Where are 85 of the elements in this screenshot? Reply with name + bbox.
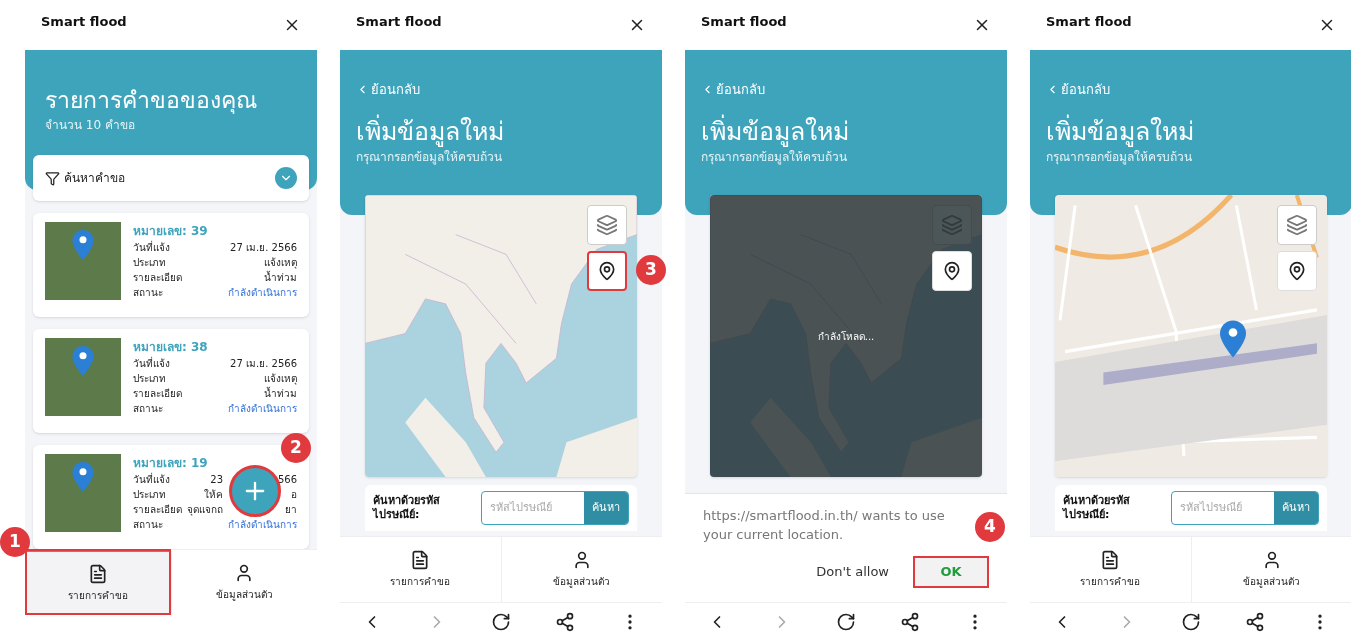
locate-button[interactable] bbox=[587, 251, 627, 291]
step-number-badge: 4 bbox=[975, 512, 1005, 542]
field-label: สถานะ bbox=[133, 286, 163, 300]
field-value: 27 เม.ย. 2566 bbox=[230, 241, 297, 255]
page-subtitle: จำนวน 10 คำขอ bbox=[45, 117, 136, 134]
postcode-label: ค้นหาด้วยรหัสไปรษณีย์: bbox=[1063, 494, 1131, 522]
field-value: 27 เม.ย. 2566 bbox=[230, 357, 297, 371]
field-value: กำลังดำเนินการ bbox=[228, 286, 297, 300]
page-title: เพิ่มข้อมูลใหม่ bbox=[1046, 115, 1195, 148]
page-title: เพิ่มข้อมูลใหม่ bbox=[701, 115, 850, 148]
page-title: รายการคำขอของคุณ bbox=[45, 86, 258, 116]
filter-label: ค้นหาคำขอ bbox=[64, 170, 125, 187]
reload-icon[interactable] bbox=[1180, 611, 1201, 632]
request-number: หมายเลข: 38 bbox=[133, 339, 208, 356]
field-label: รายละเอียด bbox=[133, 503, 182, 517]
share-icon[interactable] bbox=[900, 611, 921, 632]
map-view[interactable]: กำลังโหลด... bbox=[710, 195, 982, 477]
reload-icon[interactable] bbox=[835, 611, 856, 632]
field-label: ประเภท bbox=[133, 372, 166, 386]
page-subtitle: กรุณากรอกข้อมูลให้ครบถ้วน bbox=[356, 148, 503, 166]
field-value: จุดแจกถ bbox=[187, 503, 223, 517]
field-value: น้ำท่วม bbox=[264, 386, 297, 401]
location-pin-icon bbox=[72, 230, 94, 260]
search-button[interactable]: ค้นหา bbox=[1274, 492, 1318, 524]
field-label: วันที่แจ้ง bbox=[133, 472, 170, 487]
request-card[interactable]: หมายเลข: 39 วันที่แจ้ง 27 เม.ย. 2566 ประเภท แจ้งเหตุ รายละเอียด น้ำท่วม สถานะ กำลังดำเนินการ bbox=[33, 213, 309, 317]
filter-icon bbox=[45, 170, 60, 186]
reload-icon[interactable] bbox=[490, 611, 511, 632]
filter-bar[interactable]: ค้นหาคำขอ bbox=[33, 155, 309, 201]
document-icon bbox=[410, 550, 431, 570]
field-value: กำลังดำเนินการ bbox=[228, 518, 297, 532]
step-number-badge: 1 bbox=[0, 527, 30, 557]
search-button[interactable]: ค้นหา bbox=[584, 492, 628, 524]
tab[interactable]: ข้อมูลส่วนตัว bbox=[170, 549, 317, 615]
field-value: แจ้งเหตุ bbox=[264, 372, 297, 386]
app-title: Smart flood bbox=[1046, 13, 1132, 31]
field-label: รายละเอียด bbox=[133, 387, 182, 401]
postcode-field[interactable]: รหัสไปรษณีย์ ค้นหา bbox=[481, 491, 629, 525]
field-value: อ bbox=[290, 488, 297, 502]
layers-button[interactable] bbox=[587, 205, 627, 245]
permission-message: https://smartflood.in.th/ wants to use your current location. bbox=[703, 507, 946, 544]
tab[interactable]: รายการคำขอ bbox=[25, 549, 171, 615]
postcode-field[interactable]: รหัสไปรษณีย์ ค้นหา bbox=[1171, 491, 1319, 525]
request-card[interactable]: หมายเลข: 38 วันที่แจ้ง 27 เม.ย. 2566 ประเภท แจ้งเหตุ รายละเอียด น้ำท่วม สถานะ กำลังดำเนินการ bbox=[33, 329, 309, 433]
location-icon bbox=[942, 261, 962, 281]
field-label: รายละเอียด bbox=[133, 271, 182, 285]
document-icon bbox=[1100, 550, 1121, 570]
field-label: วันที่แจ้ง bbox=[133, 356, 170, 371]
field-value: ให้ค bbox=[204, 488, 223, 502]
field-label: สถานะ bbox=[133, 518, 163, 532]
location-icon bbox=[597, 261, 617, 281]
layers-icon bbox=[1286, 214, 1308, 236]
share-icon[interactable] bbox=[555, 611, 576, 632]
field-value: น้ำท่วม bbox=[264, 270, 297, 285]
location-pin-icon bbox=[72, 462, 94, 492]
share-icon[interactable] bbox=[1245, 611, 1266, 632]
app-title: Smart flood bbox=[356, 13, 442, 31]
page-subtitle: กรุณากรอกข้อมูลให้ครบถ้วน bbox=[701, 148, 848, 166]
field-value: ยา bbox=[284, 503, 297, 517]
app-title: Smart flood bbox=[41, 13, 127, 31]
request-number: หมายเลข: 39 bbox=[133, 223, 208, 240]
step-number-badge: 3 bbox=[636, 255, 666, 285]
field-label: วันที่แจ้ง bbox=[133, 240, 170, 255]
location-pin-icon bbox=[72, 346, 94, 376]
layers-button[interactable] bbox=[1277, 205, 1317, 245]
chevron-icon bbox=[275, 167, 297, 189]
loading-text: กำลังโหลด... bbox=[817, 329, 875, 344]
field-label: สถานะ bbox=[133, 402, 163, 416]
field-value: แจ้งเหตุ bbox=[264, 256, 297, 270]
field-label: ประเภท bbox=[133, 256, 166, 270]
add-button[interactable] bbox=[229, 465, 281, 517]
field-value: 23 bbox=[210, 473, 223, 487]
postcode-label: ค้นหาด้วยรหัสไปรษณีย์: bbox=[373, 494, 441, 522]
field-label: ประเภท bbox=[133, 488, 166, 502]
request-number: หมายเลข: 19 bbox=[133, 455, 208, 472]
location-icon bbox=[1287, 261, 1307, 281]
app-title: Smart flood bbox=[701, 13, 787, 31]
deny-button[interactable]: Don't allow bbox=[816, 562, 889, 582]
page-title: เพิ่มข้อมูลใหม่ bbox=[356, 115, 505, 148]
step-number-badge: 2 bbox=[281, 433, 311, 463]
location-pin-icon bbox=[1220, 320, 1246, 358]
field-value: กำลังดำเนินการ bbox=[228, 402, 297, 416]
layers-icon bbox=[596, 214, 618, 236]
page-subtitle: กรุณากรอกข้อมูลให้ครบถ้วน bbox=[1046, 148, 1193, 166]
field-value: 566 bbox=[276, 473, 297, 487]
